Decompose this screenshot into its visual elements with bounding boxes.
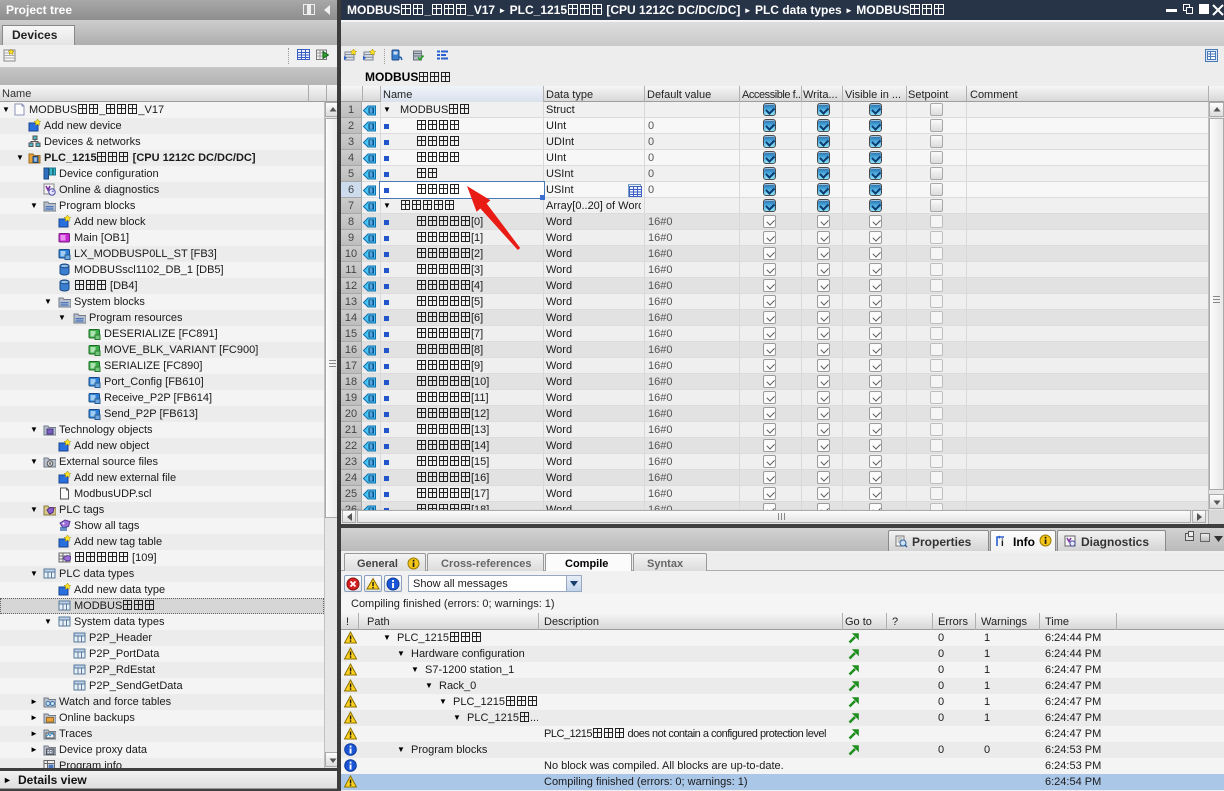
svg-text:i: i — [1001, 538, 1004, 548]
